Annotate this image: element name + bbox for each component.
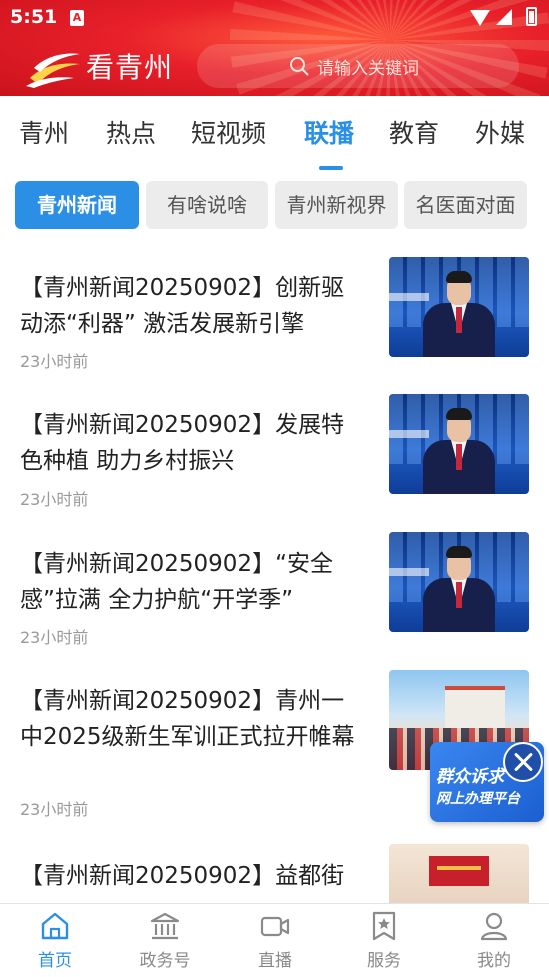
news-title: 【青州新闻20250902】青州一中2025级新生军训正式拉开帷幕: [20, 688, 355, 750]
app-header: 5:51 A 看青州 请输入关键词: [0, 0, 549, 96]
news-title: 【青州新闻20250902】创新驱动添“利器” 激活发展新引擎: [20, 275, 345, 337]
news-time: 23小时前: [20, 490, 89, 509]
logo-text: 看青州: [86, 51, 174, 84]
subtab-famous-doctor[interactable]: 名医面对面: [404, 181, 527, 229]
news-title: 【青州新闻20250902】“安全感”拉满 全力护航“开学季”: [20, 551, 333, 613]
app-logo[interactable]: 看青州: [24, 44, 173, 88]
nav-live-label: 直播: [258, 951, 292, 971]
news-title: 【青州新闻20250902】发展特色种植 助力乡村振兴: [20, 412, 345, 474]
news-item[interactable]: 【青州新闻20250902】“安全感”拉满 全力护航“开学季” 23小时前: [0, 516, 549, 655]
wifi-icon: [470, 10, 490, 26]
news-thumbnail: [389, 394, 529, 494]
nav-government-label: 政务号: [139, 951, 191, 971]
news-time: 23小时前: [20, 628, 89, 647]
tab-broadcast[interactable]: 联播: [304, 114, 354, 150]
user-icon: [480, 912, 508, 941]
video-camera-icon: [260, 916, 290, 937]
status-time: 5:51: [10, 6, 58, 28]
battery-icon: [526, 7, 537, 26]
nav-profile-label: 我的: [477, 951, 511, 971]
home-icon: [41, 912, 69, 940]
nav-service-label: 服务: [367, 951, 401, 971]
news-thumbnail: [389, 257, 529, 357]
nav-government[interactable]: 政务号: [110, 904, 220, 977]
news-item[interactable]: 【青州新闻20250902】发展特色种植 助力乡村振兴 23小时前: [0, 378, 549, 517]
logo-swoosh-icon: [26, 53, 80, 88]
banner-line-2: 网上办理平台: [436, 791, 520, 807]
news-time: 23小时前: [20, 800, 89, 819]
search-input[interactable]: 请输入关键词: [197, 44, 519, 88]
nav-service[interactable]: 服务: [329, 904, 439, 977]
notification-icon: A: [70, 10, 84, 26]
news-time: 23小时前: [20, 352, 89, 371]
search-icon: [290, 57, 309, 76]
bottom-navigation: 首页 政务号 直播 服务 我的: [0, 903, 549, 977]
tab-foreign-media[interactable]: 外媒: [475, 114, 525, 150]
subtab-qingzhou-news[interactable]: 青州新闻: [15, 181, 139, 229]
government-building-icon: [150, 912, 180, 940]
active-tab-indicator: [319, 166, 343, 170]
tab-hot[interactable]: 热点: [106, 114, 156, 150]
tab-qingzhou[interactable]: 青州: [19, 114, 69, 150]
search-placeholder: 请输入关键词: [317, 58, 419, 79]
channel-tab-bar: 青州 热点 短视频 联播 教育 外媒: [0, 96, 549, 170]
news-thumbnail: [389, 532, 529, 632]
news-item[interactable]: 【青州新闻20250902】益都街: [0, 828, 549, 944]
tab-education[interactable]: 教育: [389, 114, 439, 150]
news-title: 【青州新闻20250902】益都街: [20, 863, 345, 889]
tab-short-video[interactable]: 短视频: [191, 114, 266, 150]
star-bookmark-icon: [372, 911, 396, 941]
nav-profile[interactable]: 我的: [439, 904, 549, 977]
cell-signal-icon: [496, 9, 512, 25]
subtab-youshashuosha[interactable]: 有啥说啥: [146, 181, 268, 229]
nav-live[interactable]: 直播: [220, 904, 330, 977]
close-icon[interactable]: [503, 742, 543, 782]
status-bar: 5:51 A: [0, 0, 549, 36]
subtab-new-vision[interactable]: 青州新视界: [275, 181, 398, 229]
banner-line-1: 群众诉求: [436, 767, 504, 787]
nav-home-label: 首页: [38, 951, 72, 971]
nav-home[interactable]: 首页: [0, 904, 110, 977]
news-item[interactable]: 【青州新闻20250902】创新驱动添“利器” 激活发展新引擎 23小时前: [0, 240, 549, 379]
